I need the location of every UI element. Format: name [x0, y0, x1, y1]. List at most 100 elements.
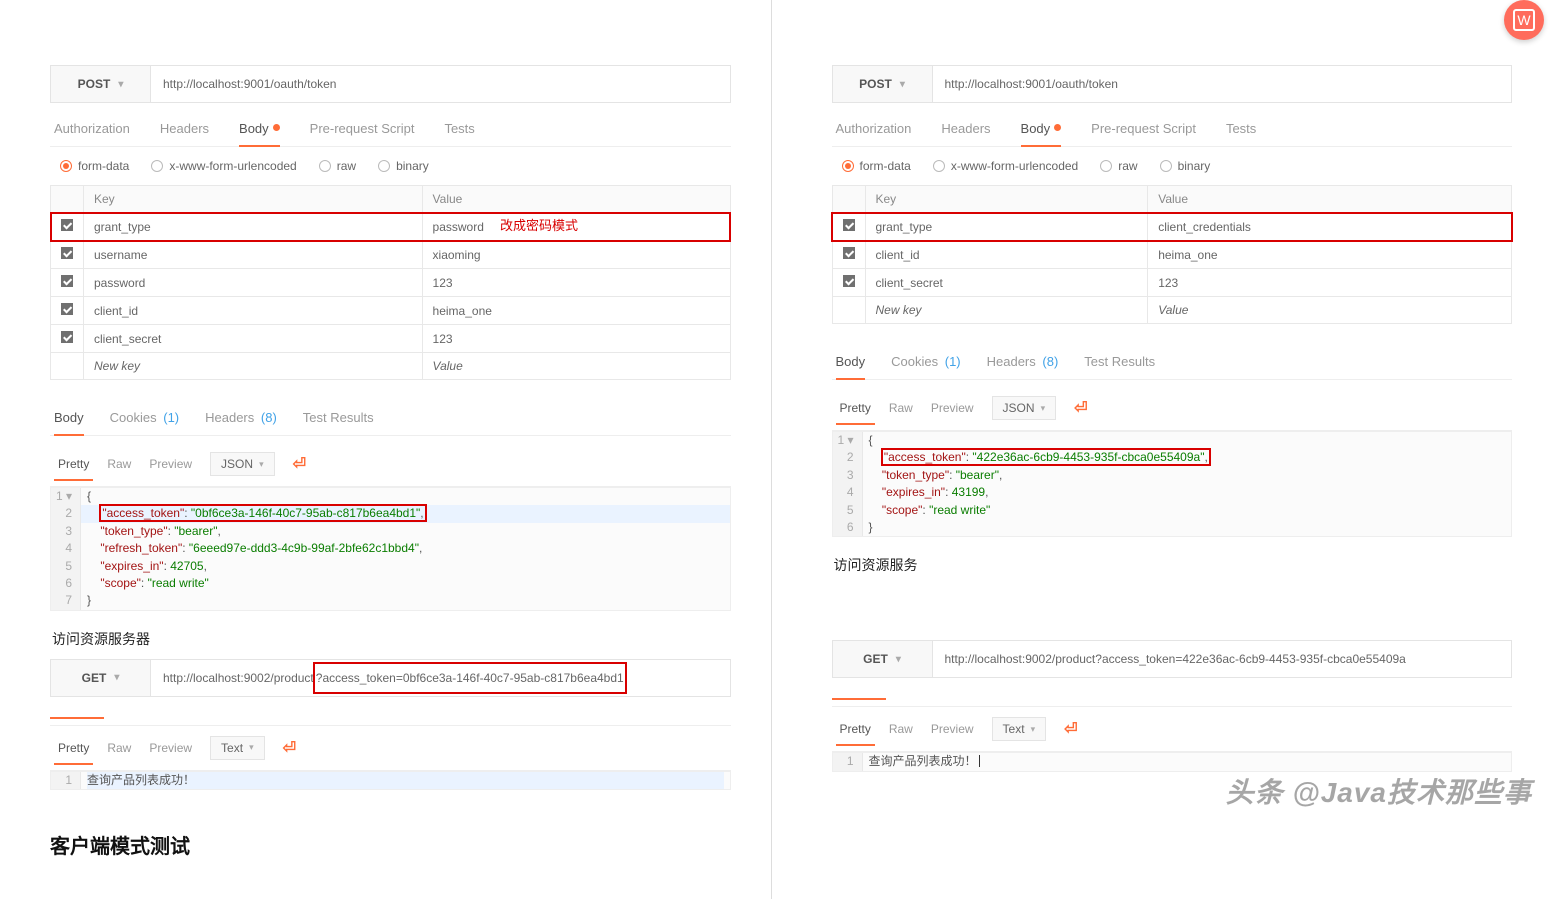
body-mode-radios: form-data x-www-form-urlencoded raw bina… — [832, 147, 1513, 185]
view-preview[interactable]: Preview — [149, 457, 192, 471]
view-preview[interactable]: Preview — [149, 741, 192, 755]
tab-prerequest[interactable]: Pre-request Script — [310, 121, 415, 146]
radio-raw[interactable]: raw — [1100, 159, 1137, 173]
new-row[interactable]: New keyValue — [832, 297, 1512, 324]
wrap-icon[interactable]: ⏎ — [283, 738, 296, 758]
format-select[interactable]: Text▾ — [210, 736, 265, 760]
view-raw[interactable]: Raw — [107, 741, 131, 755]
tab-headers[interactable]: Headers — [941, 121, 990, 146]
radio-icon — [151, 160, 163, 172]
tab-prerequest[interactable]: Pre-request Script — [1091, 121, 1196, 146]
tab-body[interactable]: Body — [239, 121, 280, 146]
chevron-down-icon: ▾ — [1031, 724, 1036, 735]
radio-icon — [319, 160, 331, 172]
tab-resp-headers[interactable]: Headers (8) — [205, 410, 277, 435]
tab-authorization[interactable]: Authorization — [836, 121, 912, 146]
tab-resp-cookies[interactable]: Cookies (1) — [110, 410, 179, 435]
tab-authorization[interactable]: Authorization — [54, 121, 130, 146]
left-pane: POST▾ http://localhost:9001/oauth/token … — [0, 0, 771, 899]
method-label: POST — [859, 77, 892, 91]
url-input[interactable]: http://localhost:9001/oauth/token — [933, 66, 1512, 102]
radio-form-data[interactable]: form-data — [842, 159, 911, 173]
dot-icon — [273, 124, 280, 131]
checkbox-icon[interactable] — [61, 247, 73, 259]
url-input[interactable]: http://localhost:9002/product?access_tok… — [933, 641, 1512, 677]
view-raw[interactable]: Raw — [889, 722, 913, 736]
checkbox-icon[interactable] — [61, 303, 73, 315]
section-title: 访问资源服务器 — [52, 629, 731, 649]
method-select[interactable]: POST▾ — [51, 66, 151, 102]
format-select[interactable]: JSON▾ — [210, 452, 275, 476]
radio-binary[interactable]: binary — [1160, 159, 1211, 173]
red-annotation: 改成密码模式 — [500, 215, 578, 234]
checkbox-icon[interactable] — [61, 331, 73, 343]
col-key: Key — [84, 186, 423, 213]
method-label: POST — [78, 77, 111, 91]
new-row[interactable]: New keyValue — [51, 353, 731, 380]
tab-resp-cookies[interactable]: Cookies (1) — [891, 354, 960, 379]
tab-resp-headers[interactable]: Headers (8) — [987, 354, 1059, 379]
table-row[interactable]: grant_typepassword — [51, 213, 731, 241]
wrap-icon[interactable]: ⏎ — [1074, 398, 1087, 418]
tab-body[interactable]: Body — [1021, 121, 1062, 146]
radio-x-www[interactable]: x-www-form-urlencoded — [151, 159, 296, 173]
radio-icon — [1160, 160, 1172, 172]
checkbox-icon[interactable] — [843, 275, 855, 287]
table-row[interactable]: client_secret123 — [832, 269, 1512, 297]
url-input[interactable]: http://localhost:9002/product?access_tok… — [151, 660, 730, 696]
view-pretty[interactable]: Pretty — [58, 457, 89, 471]
table-row[interactable]: password123 — [51, 269, 731, 297]
method-select[interactable]: GET▾ — [51, 660, 151, 696]
radio-icon — [933, 160, 945, 172]
radio-x-www[interactable]: x-www-form-urlencoded — [933, 159, 1078, 173]
method-select[interactable]: POST▾ — [833, 66, 933, 102]
view-preview[interactable]: Preview — [931, 722, 974, 736]
view-pretty[interactable]: Pretty — [840, 401, 871, 415]
format-select[interactable]: JSON▾ — [992, 396, 1057, 420]
wrap-icon[interactable]: ⏎ — [293, 454, 306, 474]
table-row[interactable]: usernamexiaoming — [51, 241, 731, 269]
view-pretty[interactable]: Pretty — [840, 722, 871, 736]
tab-tests[interactable]: Tests — [1226, 121, 1256, 146]
checkbox-icon[interactable] — [843, 219, 855, 231]
table-row[interactable]: grant_typeclient_credentials — [832, 213, 1512, 241]
table-row[interactable]: client_idheima_one — [832, 241, 1512, 269]
table-row[interactable]: client_secret123 — [51, 325, 731, 353]
get-request-bar: GET▾ http://localhost:9002/product?acces… — [50, 659, 731, 697]
request-bar: POST▾ http://localhost:9001/oauth/token — [50, 65, 731, 103]
url-input[interactable]: http://localhost:9001/oauth/token — [151, 66, 730, 102]
checkbox-icon[interactable] — [61, 219, 73, 231]
request-tabs: Authorization Headers Body Pre-request S… — [50, 103, 731, 147]
chevron-down-icon: ▾ — [896, 654, 901, 665]
tab-resp-body[interactable]: Body — [54, 410, 84, 435]
big-title: 客户端模式测试 — [50, 830, 731, 859]
tab-resp-tests[interactable]: Test Results — [1084, 354, 1155, 379]
radio-raw[interactable]: raw — [319, 159, 356, 173]
chevron-down-icon: ▾ — [259, 459, 264, 470]
view-pretty[interactable]: Pretty — [58, 741, 89, 755]
method-select[interactable]: GET▾ — [833, 641, 933, 677]
checkbox-icon[interactable] — [61, 275, 73, 287]
radio-form-data[interactable]: form-data — [60, 159, 129, 173]
checkbox-icon[interactable] — [843, 247, 855, 259]
tab-tests[interactable]: Tests — [444, 121, 474, 146]
col-value: Value — [422, 186, 730, 213]
tab-resp-body[interactable]: Body — [836, 354, 866, 379]
tab-resp-tests[interactable]: Test Results — [303, 410, 374, 435]
view-preview[interactable]: Preview — [931, 401, 974, 415]
radio-icon — [1100, 160, 1112, 172]
get-request-bar: GET▾ http://localhost:9002/product?acces… — [832, 640, 1513, 678]
pretty-bar: Pretty Raw Preview JSON▾ ⏎ — [832, 386, 1513, 431]
format-select[interactable]: Text▾ — [992, 717, 1047, 741]
response-text: 1查询产品列表成功！ — [50, 771, 731, 790]
response-tabs: Body Cookies (1) Headers (8) Test Result… — [50, 392, 731, 436]
view-raw[interactable]: Raw — [889, 401, 913, 415]
wrap-icon[interactable]: ⏎ — [1064, 719, 1077, 739]
view-raw[interactable]: Raw — [107, 457, 131, 471]
tab-headers[interactable]: Headers — [160, 121, 209, 146]
radio-binary[interactable]: binary — [378, 159, 429, 173]
table-row[interactable]: client_idheima_one — [51, 297, 731, 325]
body-mode-radios: form-data x-www-form-urlencoded raw bina… — [50, 147, 731, 185]
section-title: 访问资源服务 — [834, 555, 1513, 575]
response-tabs: Body Cookies (1) Headers (8) Test Result… — [832, 336, 1513, 380]
